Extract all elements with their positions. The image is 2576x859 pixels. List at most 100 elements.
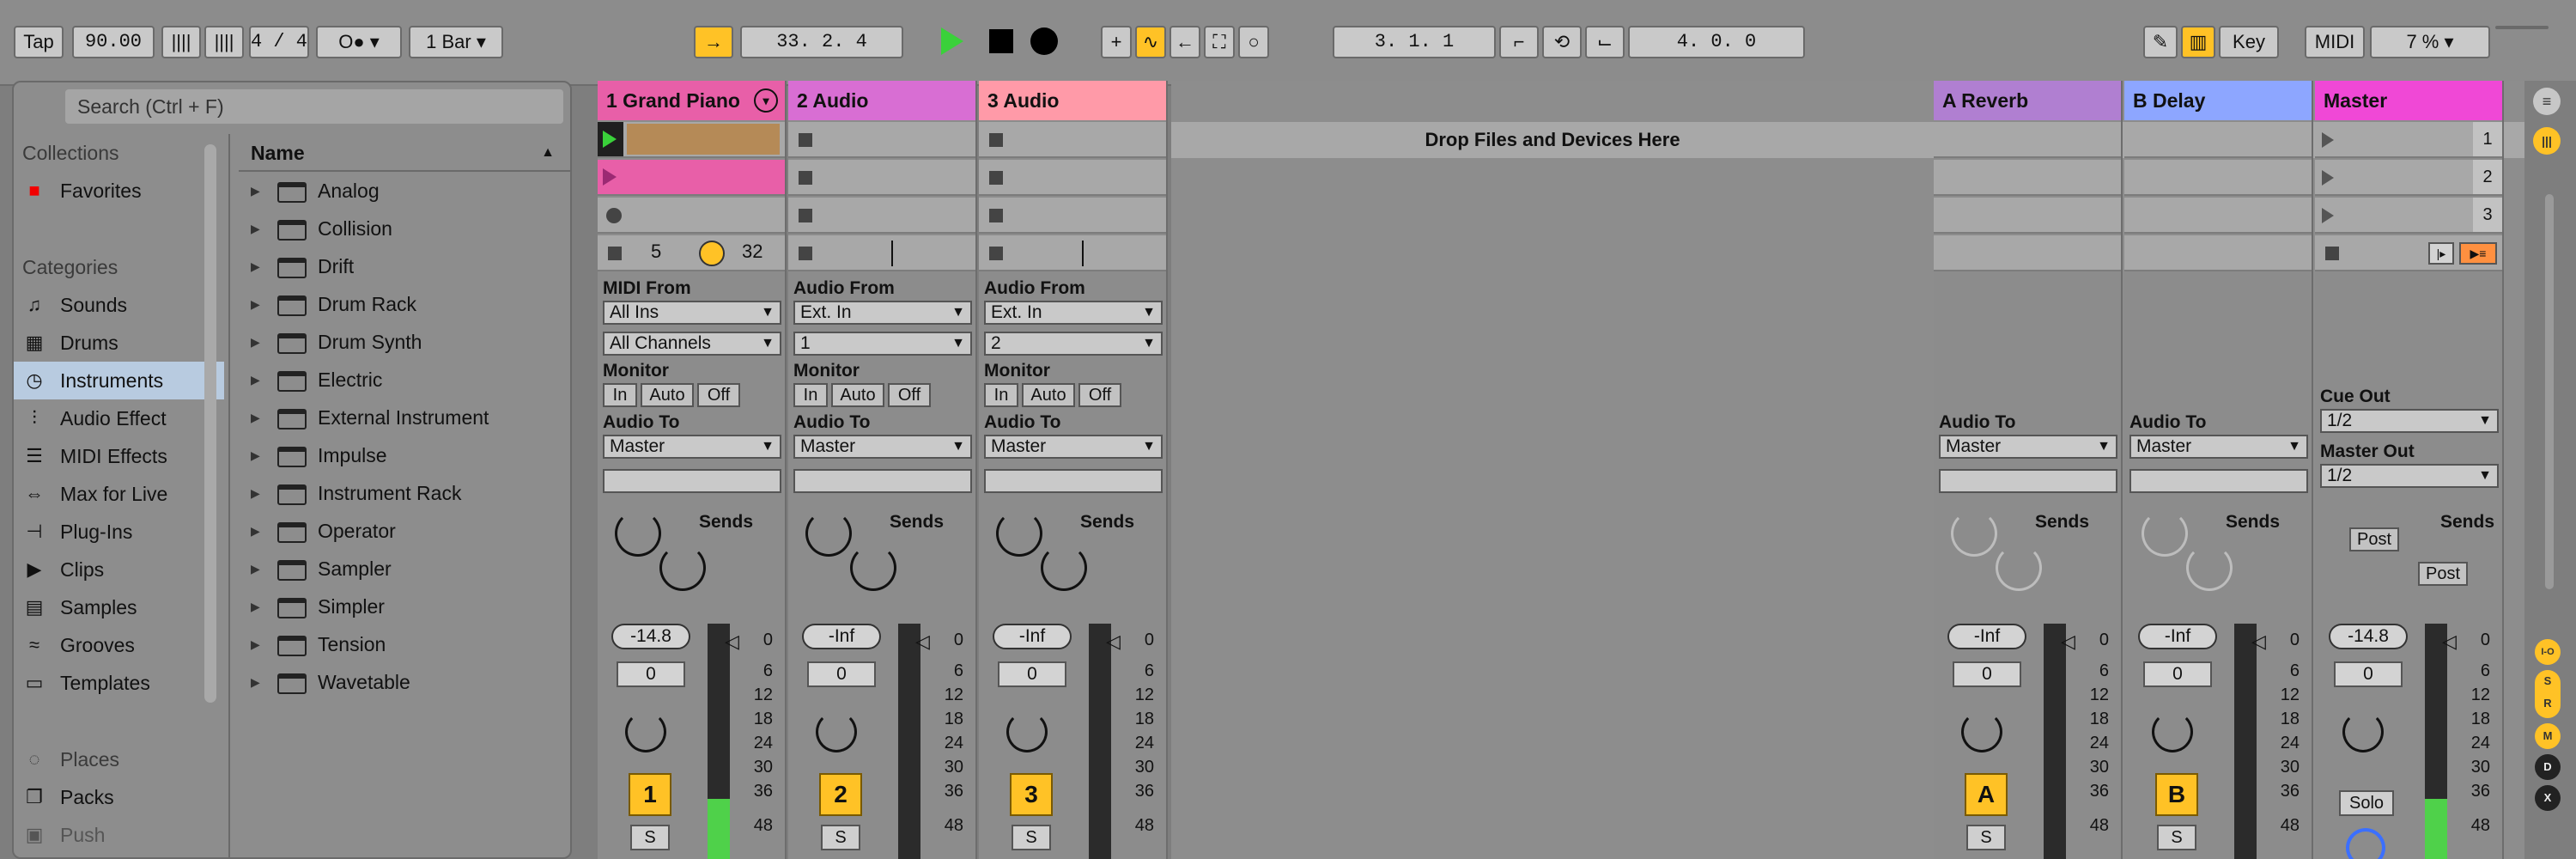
loop-length-field[interactable]: 4. 0. 0: [1628, 26, 1805, 58]
audio-to-select[interactable]: Master ▼: [2129, 435, 2308, 459]
send-a-knob[interactable]: [2142, 510, 2188, 557]
pan-readout[interactable]: 0: [2334, 661, 2403, 687]
pan-knob[interactable]: [1006, 711, 1048, 752]
io-toggle-icon[interactable]: I-O: [2535, 639, 2561, 665]
solo-button[interactable]: S: [630, 825, 670, 850]
arp-knob-icon[interactable]: [699, 241, 725, 266]
solo-cue-button[interactable]: Solo: [2339, 790, 2394, 816]
volume-readout[interactable]: -Inf: [1947, 624, 2026, 649]
cue-volume-knob[interactable]: [2346, 828, 2385, 859]
monitor-auto-button[interactable]: Auto: [1022, 383, 1075, 407]
loop-start-field[interactable]: 3. 1. 1: [1333, 26, 1496, 58]
play-icon[interactable]: [941, 27, 963, 55]
volume-readout[interactable]: -14.8: [611, 624, 690, 649]
search-input[interactable]: Search (Ctrl + F): [65, 89, 563, 124]
list-item-operator[interactable]: ▶ Operator: [239, 512, 570, 550]
volume-readout[interactable]: -Inf: [993, 624, 1072, 649]
send-b-knob[interactable]: [1041, 545, 1087, 591]
name-column-header[interactable]: Name ▲: [239, 134, 570, 172]
track-delay-field[interactable]: [984, 469, 1163, 493]
track-delay-field[interactable]: [1939, 469, 2117, 493]
track-title[interactable]: Master: [2315, 81, 2502, 120]
track-menu-icon[interactable]: ▾: [754, 88, 778, 113]
sidebar-item-favorites[interactable]: ■ Favorites: [14, 172, 224, 210]
track-delay-field[interactable]: [2129, 469, 2308, 493]
track-title[interactable]: 1 Grand Piano ▾: [598, 81, 785, 120]
list-item-drum-rack[interactable]: ▶ Drum Rack: [239, 285, 570, 323]
session-view-icon[interactable]: |||: [2533, 127, 2561, 155]
monitor-in-button[interactable]: In: [603, 383, 637, 407]
midi-map-button[interactable]: MIDI: [2305, 26, 2365, 58]
sidebar-item-packs[interactable]: ❐ Packs: [14, 778, 224, 816]
back-to-arrangement-icon[interactable]: ←: [1170, 26, 1200, 58]
clip-slot[interactable]: [1934, 198, 2121, 234]
solo-button[interactable]: S: [1012, 825, 1051, 850]
stop-icon[interactable]: [989, 29, 1013, 53]
solo-button[interactable]: S: [821, 825, 860, 850]
sidebar-scrollbar[interactable]: [204, 144, 216, 703]
sidebar-item-instruments[interactable]: ◷ Instruments: [14, 362, 224, 399]
loop-icon[interactable]: ⟲: [1542, 26, 1582, 58]
list-item-wavetable[interactable]: ▶ Wavetable: [239, 663, 570, 701]
solo-button[interactable]: S: [2157, 825, 2196, 850]
channel-select[interactable]: 2 ▼: [984, 332, 1163, 356]
delay-toggle-icon[interactable]: D: [2535, 754, 2561, 780]
menu-icon[interactable]: ≡: [2533, 88, 2561, 115]
sidebar-item-clips[interactable]: ▶ Clips: [14, 551, 224, 588]
fader-arrow-icon[interactable]: ◁: [2442, 631, 2457, 653]
pan-knob[interactable]: [816, 711, 857, 752]
monitor-auto-button[interactable]: Auto: [641, 383, 694, 407]
pan-knob[interactable]: [2342, 711, 2384, 752]
audio-to-select[interactable]: Master ▼: [1939, 435, 2117, 459]
scene-launch[interactable]: 3: [2315, 198, 2502, 234]
mixer-toggle-icon[interactable]: M: [2535, 723, 2561, 749]
track-activator-button[interactable]: A: [1965, 773, 2008, 816]
send-b-knob[interactable]: [659, 545, 706, 591]
pan-readout[interactable]: 0: [2143, 661, 2212, 687]
send-a-knob[interactable]: [996, 510, 1042, 557]
list-item-drum-synth[interactable]: ▶ Drum Synth: [239, 323, 570, 361]
pan-readout[interactable]: 0: [1953, 661, 2021, 687]
punch-in-icon[interactable]: ⌐: [1499, 26, 1539, 58]
send-b-knob[interactable]: [850, 545, 896, 591]
nudge-up-icon[interactable]: ||||: [204, 26, 244, 58]
stop-clip-icon[interactable]: [989, 247, 1003, 260]
overdub-icon[interactable]: +: [1101, 26, 1132, 58]
send-a-knob[interactable]: [615, 510, 661, 557]
nudge-down-icon[interactable]: ||||: [161, 26, 201, 58]
audio-from-select[interactable]: Ext. In ▼: [793, 301, 972, 325]
monitor-off-button[interactable]: Off: [888, 383, 931, 407]
quantize-select[interactable]: 1 Bar ▾: [409, 26, 503, 58]
automation-arm-icon[interactable]: ∿: [1135, 26, 1166, 58]
master-out-select[interactable]: 1/2 ▼: [2320, 464, 2499, 488]
keyboard-icon[interactable]: ▥: [2181, 26, 2215, 58]
sidebar-item-samples[interactable]: ▤ Samples: [14, 588, 224, 626]
stop-clip-icon[interactable]: [608, 247, 622, 260]
monitor-off-button[interactable]: Off: [697, 383, 740, 407]
sidebar-item-grooves[interactable]: ≈ Grooves: [14, 626, 224, 664]
sidebar-item-sounds[interactable]: ♫ Sounds: [14, 286, 224, 324]
key-map-button[interactable]: Key: [2219, 26, 2279, 58]
sidebar-item-plug-ins[interactable]: ⊣ Plug-Ins: [14, 513, 224, 551]
track-title[interactable]: B Delay: [2124, 81, 2312, 120]
clip-slot[interactable]: [2124, 122, 2312, 158]
track-delay-field[interactable]: [793, 469, 972, 493]
track-activator-button[interactable]: 1: [629, 773, 671, 816]
audio-to-select[interactable]: Master ▼: [793, 435, 972, 459]
clip-slot[interactable]: [2124, 160, 2312, 196]
tempo-field[interactable]: 90.00: [72, 26, 155, 58]
clip-slot[interactable]: [979, 198, 1166, 234]
clip-slot[interactable]: [1934, 160, 2121, 196]
send-a-knob[interactable]: [1951, 510, 1997, 557]
list-item-analog[interactable]: ▶ Analog: [239, 172, 570, 210]
solo-button[interactable]: S: [1966, 825, 2006, 850]
channel-select[interactable]: 1 ▼: [793, 332, 972, 356]
send-a-post-button[interactable]: Post: [2349, 527, 2399, 551]
sidebar-item-audio-effects[interactable]: ⫶ Audio Effect: [14, 399, 224, 437]
session-record-icon[interactable]: ○: [1238, 26, 1269, 58]
song-position-field[interactable]: 33. 2. 4: [740, 26, 903, 58]
clip-slot[interactable]: [788, 122, 975, 158]
scene-launch[interactable]: 2: [2315, 160, 2502, 196]
volume-readout[interactable]: -14.8: [2329, 624, 2408, 649]
monitor-off-button[interactable]: Off: [1078, 383, 1121, 407]
